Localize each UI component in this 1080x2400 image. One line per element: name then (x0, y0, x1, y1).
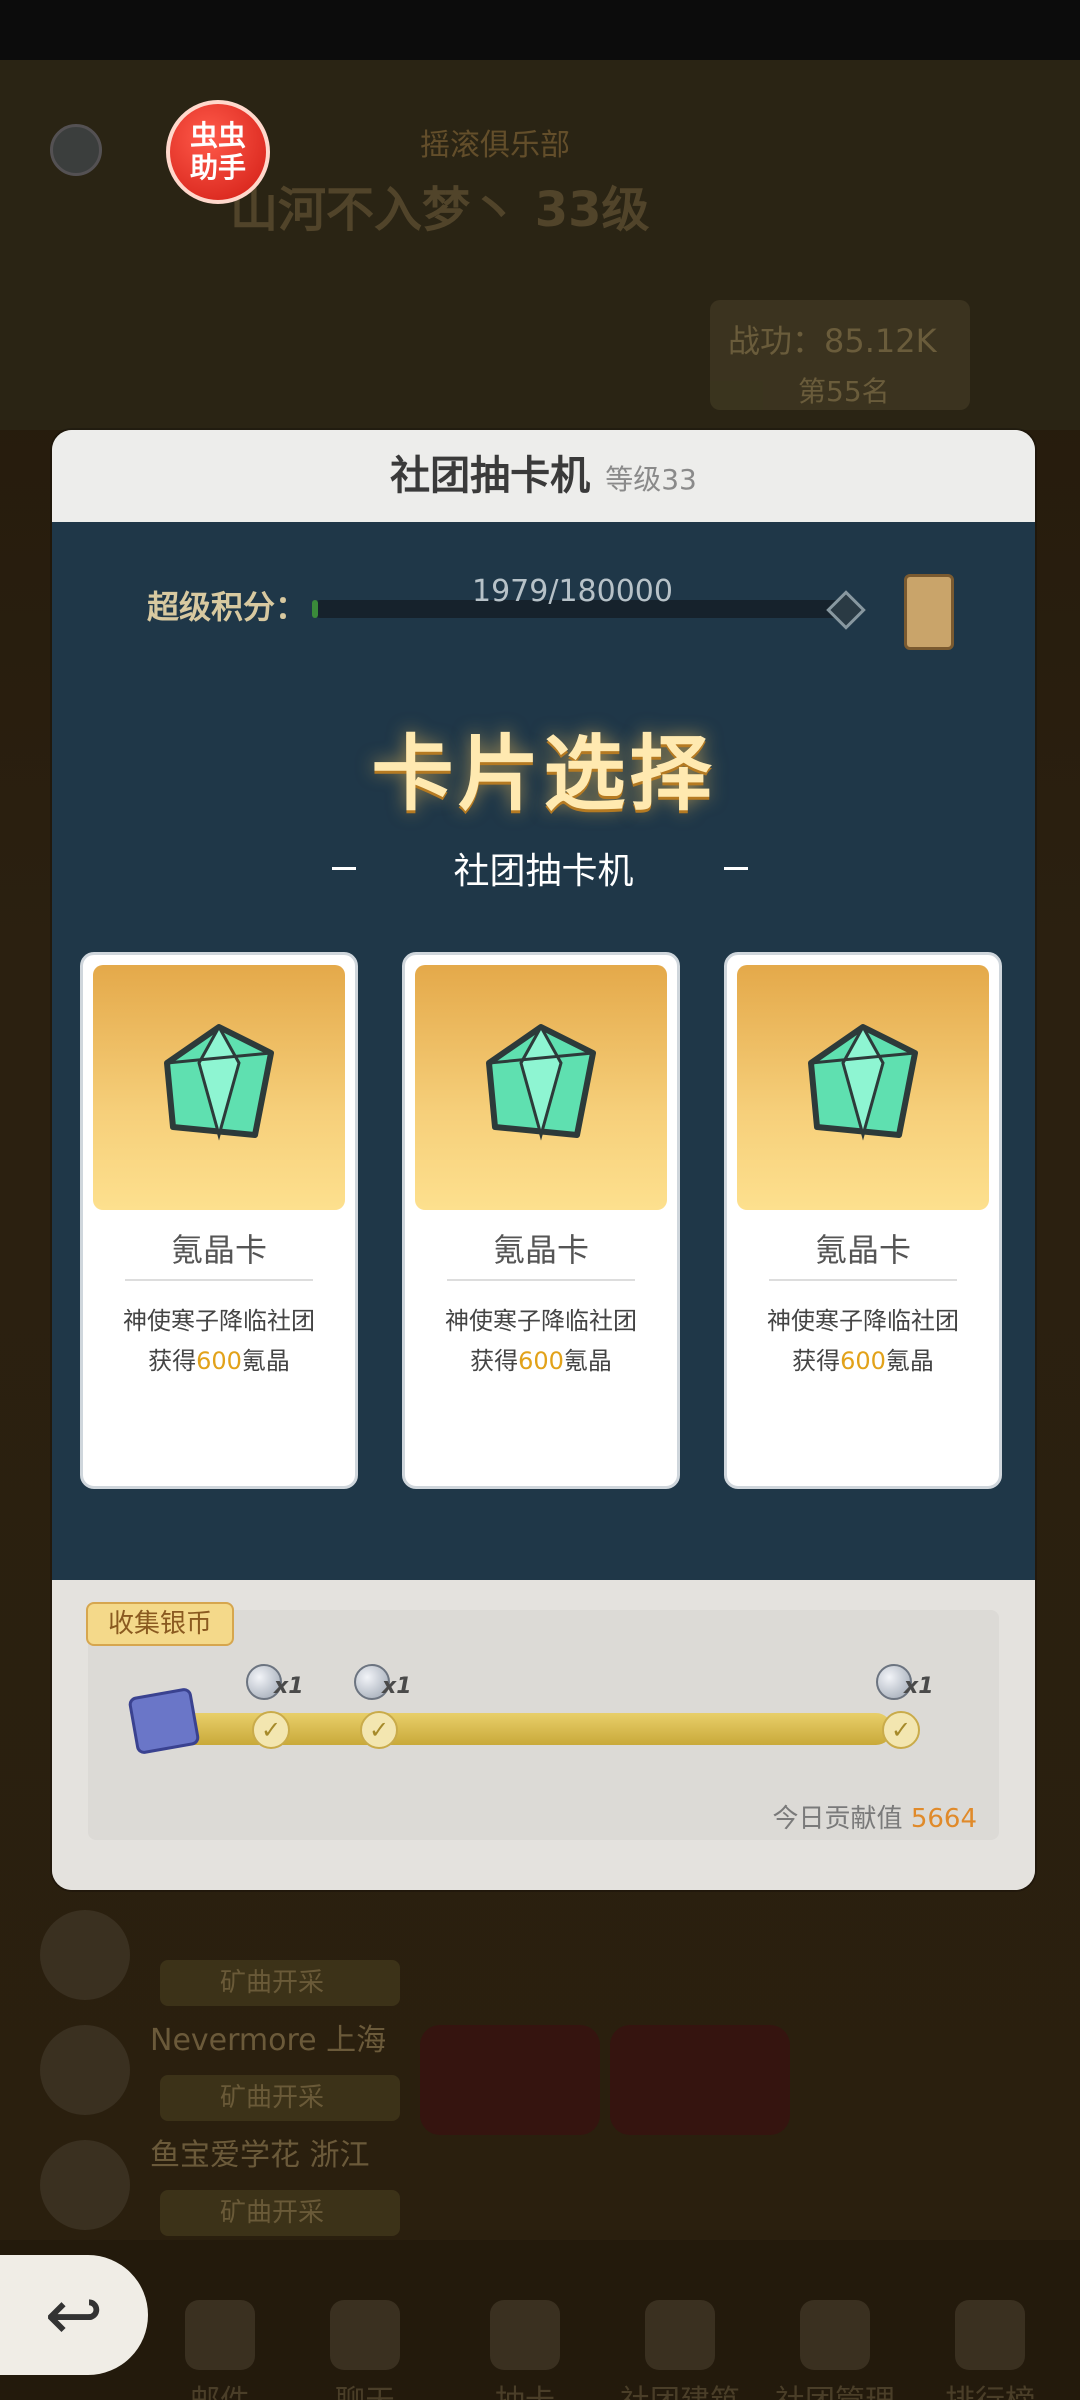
reward-amount: 600 (196, 1347, 242, 1375)
super-score-label: 超级积分： (147, 588, 308, 626)
nav-club-building[interactable]: 社团建筑 (610, 2300, 750, 2400)
divider (769, 1279, 957, 1281)
crystal-icon (486, 1023, 596, 1141)
club-name: 摇滚俱乐部 (420, 128, 570, 163)
card-description: 神使寒子降临社团 获得600氪晶 (405, 1301, 677, 1381)
nav-chat[interactable]: 聊天 (295, 2300, 435, 2400)
card-option-1[interactable]: 氪晶卡 神使寒子降临社团 获得600氪晶 (80, 952, 358, 1489)
mail-icon (185, 2300, 255, 2370)
card-option-3[interactable]: 氪晶卡 神使寒子降临社团 获得600氪晶 (724, 952, 1002, 1489)
card-desc-line1: 神使寒子降临社团 (767, 1307, 959, 1335)
list-item: 鱼宝爱学花 浙江 矿曲开采 (40, 2130, 1040, 2245)
member-list: 矿曲开采 Nevermore 上海 矿曲开采 鱼宝爱学花 浙江 矿曲开采 (40, 1900, 1040, 2245)
modal-header: 社团抽卡机 等级33 (52, 430, 1035, 522)
divider (125, 1279, 313, 1281)
reward-amount: 600 (518, 1347, 564, 1375)
nav-leaderboard[interactable]: 排行榜 (920, 2300, 1060, 2400)
back-arrow-icon: ↩ (44, 2274, 104, 2356)
subtitle-dash-right (724, 867, 748, 870)
mine-button[interactable]: 矿曲开采 (160, 1960, 400, 2006)
leaderboard-icon (955, 2300, 1025, 2370)
card-select-panel: 超级积分： 1979/180000 卡片选择 社团抽卡机 氪晶卡 神使寒子降临社… (52, 522, 1035, 1580)
player-name-level: 山河不入梦丶 33级 (230, 182, 650, 238)
profile-button[interactable] (50, 124, 102, 176)
building-icon (645, 2300, 715, 2370)
club-level: 等级33 (605, 463, 697, 496)
mine-slot (420, 2025, 600, 2135)
back-button[interactable]: ↩ (0, 2255, 148, 2375)
super-score-fill (312, 600, 319, 618)
card-select-subtitle: 社团抽卡机 (453, 851, 634, 892)
super-score-value: 1979/180000 (472, 574, 673, 609)
mine-button[interactable]: 矿曲开采 (160, 2190, 400, 2236)
list-item: Nevermore 上海 矿曲开采 (40, 2015, 1040, 2135)
list-item: 矿曲开采 (40, 1900, 1040, 2015)
divider (447, 1279, 635, 1281)
modal-title: 社团抽卡机 (390, 453, 591, 499)
card-desc-line2: 获得600氪晶 (792, 1347, 934, 1375)
card-art (93, 965, 345, 1210)
members-icon (800, 2300, 870, 2370)
member-name: Nevermore 上海 (150, 2023, 387, 2058)
card-name: 氪晶卡 (170, 1231, 267, 1269)
avatar (40, 2025, 130, 2115)
nav-draw[interactable]: 抽卡 (455, 2300, 595, 2400)
card-machine-modal: 社团抽卡机 等级33 超级积分： 1979/180000 卡片选择 社团抽卡机 … (52, 430, 1035, 1890)
card-art (737, 965, 989, 1210)
card-description: 神使寒子降临社团 获得600氪晶 (83, 1301, 355, 1381)
diamond-marker-icon (826, 590, 866, 630)
card-select-title: 卡片选择 (371, 727, 716, 822)
helper-badge-button[interactable]: 虫虫 助手 (166, 100, 270, 204)
card-name: 氪晶卡 (814, 1231, 911, 1269)
reward-amount: 600 (840, 1347, 886, 1375)
crystal-icon (164, 1023, 274, 1141)
nav-club-manage[interactable]: 社团管理 (765, 2300, 905, 2400)
collect-silver-tag: 收集银币 (86, 1602, 235, 1646)
collect-silver-section: 收集银币 (52, 1580, 1035, 1890)
card-name: 氪晶卡 (492, 1231, 589, 1269)
mine-slot (610, 2025, 790, 2135)
rank-label: 第55名 (798, 375, 890, 408)
card-machine-icon[interactable] (904, 574, 954, 650)
power-label: 战功：85.12K (728, 322, 937, 360)
card-desc-line1: 神使寒子降临社团 (445, 1307, 637, 1335)
avatar (40, 2140, 130, 2230)
avatar (40, 1910, 130, 2000)
power-box: 战功：85.12K 第55名 (710, 300, 970, 410)
card-desc-line2: 获得600氪晶 (148, 1347, 290, 1375)
crystal-icon (808, 1023, 918, 1141)
nav-mail[interactable]: 邮件 (150, 2300, 290, 2400)
draw-machine-icon (490, 2300, 560, 2370)
chat-icon (330, 2300, 400, 2370)
card-option-2[interactable]: 氪晶卡 神使寒子降临社团 获得600氪晶 (402, 952, 680, 1489)
card-art (415, 965, 667, 1210)
mine-button[interactable]: 矿曲开采 (160, 2075, 400, 2121)
card-desc-line2: 获得600氪晶 (470, 1347, 612, 1375)
member-name: 鱼宝爱学花 浙江 (150, 2138, 370, 2173)
card-desc-line1: 神使寒子降临社团 (123, 1307, 315, 1335)
card-description: 神使寒子降临社团 获得600氪晶 (727, 1301, 999, 1381)
